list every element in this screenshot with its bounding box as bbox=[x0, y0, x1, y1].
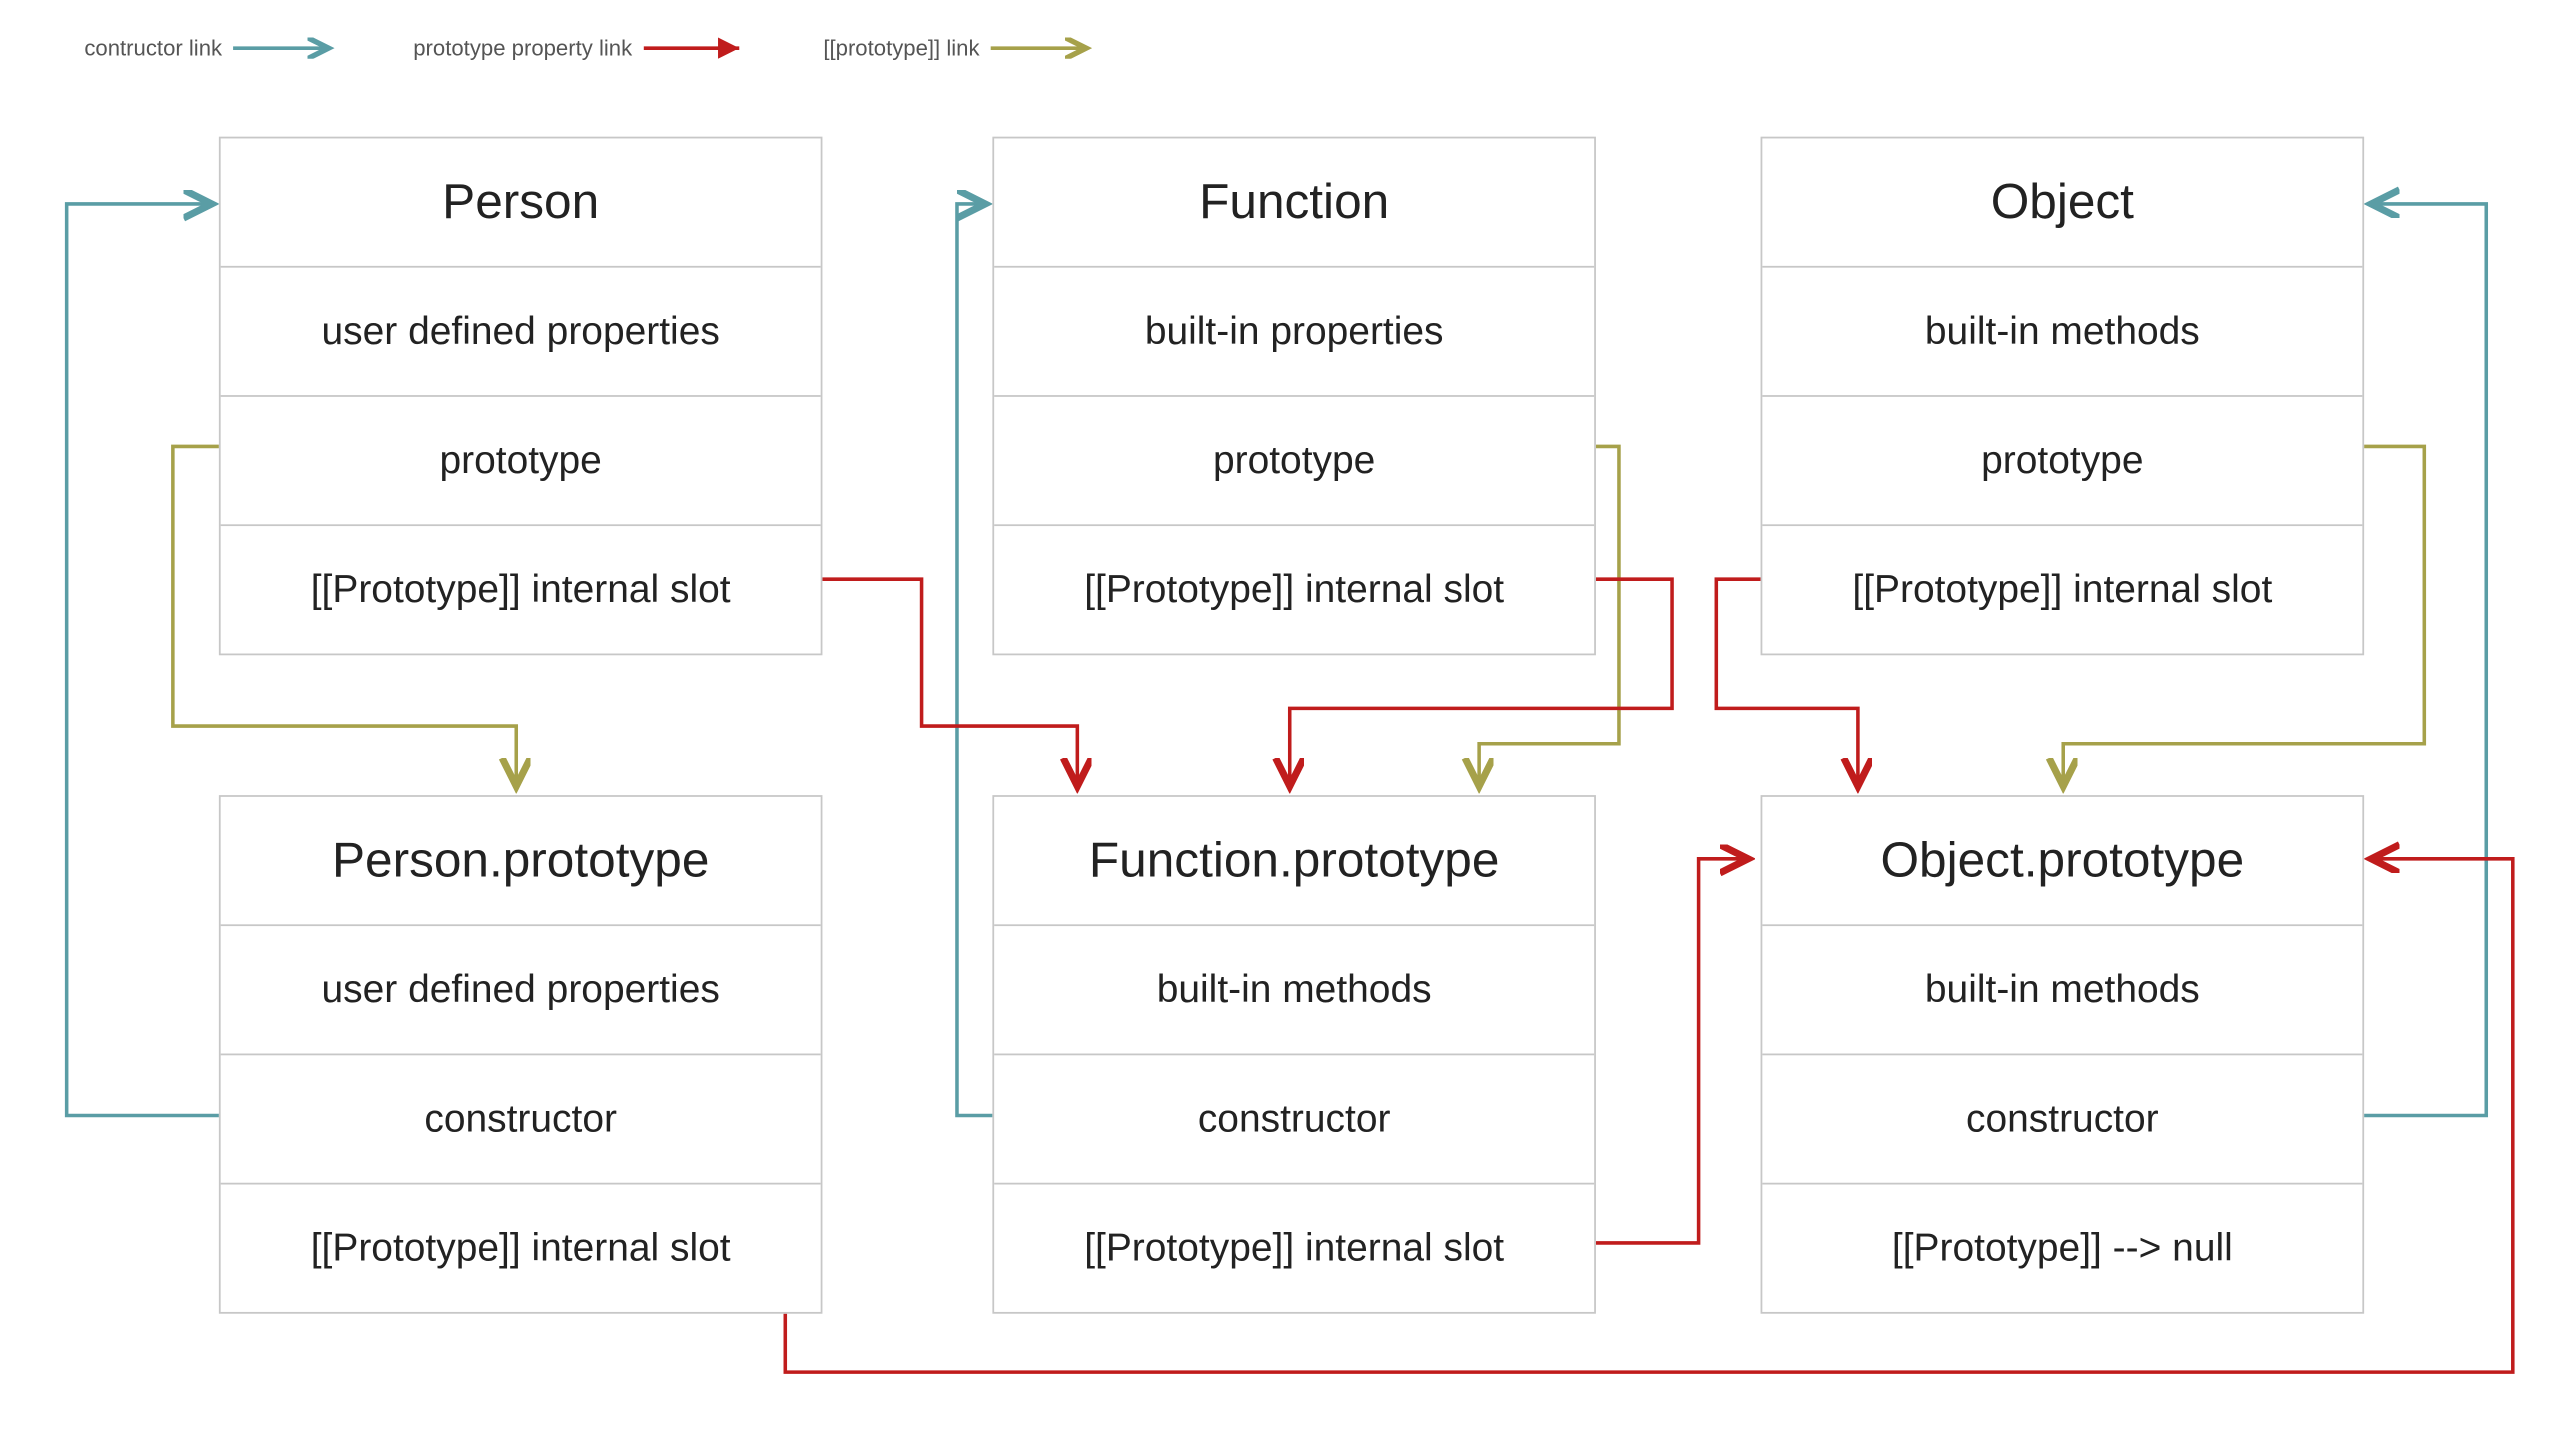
box-object-prototype-row-constructor: constructor bbox=[1762, 1055, 2362, 1184]
box-function-prototype-row-methods: built-in methods bbox=[994, 926, 1594, 1055]
diagram-canvas: contructor link prototype property link … bbox=[0, 0, 2560, 1437]
box-person-prototype-title: Person.prototype bbox=[221, 797, 821, 926]
box-function-row-proto-slot: [[Prototype]] internal slot bbox=[994, 526, 1594, 653]
box-object-row-methods: built-in methods bbox=[1762, 268, 2362, 397]
box-object-prototype-row-proto-null: [[Prototype]] --> null bbox=[1762, 1185, 2362, 1312]
legend-prototype-slot-link: [[prototype]] link bbox=[823, 36, 1096, 61]
box-object: Object built-in methods prototype [[Prot… bbox=[1761, 137, 2365, 656]
box-person-prototype-row-properties: user defined properties bbox=[221, 926, 821, 1055]
legend-prototype-property-link: prototype property link bbox=[413, 36, 749, 61]
legend: contructor link prototype property link … bbox=[84, 36, 1096, 61]
box-object-row-prototype: prototype bbox=[1762, 397, 2362, 526]
box-person-title: Person bbox=[221, 138, 821, 267]
box-function-prototype-title: Function.prototype bbox=[994, 797, 1594, 926]
legend-constructor-label: contructor link bbox=[84, 36, 222, 61]
legend-protoslot-label: [[prototype]] link bbox=[823, 36, 979, 61]
box-person-row-proto-slot: [[Prototype]] internal slot bbox=[221, 526, 821, 653]
arrow-icon bbox=[643, 38, 749, 59]
legend-protoprop-label: prototype property link bbox=[413, 36, 632, 61]
box-function-prototype-row-proto-slot: [[Prototype]] internal slot bbox=[994, 1185, 1594, 1312]
box-person-row-properties: user defined properties bbox=[221, 268, 821, 397]
box-function-prototype: Function.prototype built-in methods cons… bbox=[992, 795, 1596, 1314]
box-object-prototype-title: Object.prototype bbox=[1762, 797, 2362, 926]
box-object-title: Object bbox=[1762, 138, 2362, 267]
box-object-row-proto-slot: [[Prototype]] internal slot bbox=[1762, 526, 2362, 653]
box-function: Function built-in properties prototype [… bbox=[992, 137, 1596, 656]
box-person-prototype: Person.prototype user defined properties… bbox=[219, 795, 823, 1314]
box-person-row-prototype: prototype bbox=[221, 397, 821, 526]
arrow-icon bbox=[233, 38, 339, 59]
box-person-prototype-row-constructor: constructor bbox=[221, 1055, 821, 1184]
box-person: Person user defined properties prototype… bbox=[219, 137, 823, 656]
box-person-prototype-row-proto-slot: [[Prototype]] internal slot bbox=[221, 1185, 821, 1312]
box-object-prototype-row-methods: built-in methods bbox=[1762, 926, 2362, 1055]
box-function-title: Function bbox=[994, 138, 1594, 267]
legend-constructor-link: contructor link bbox=[84, 36, 339, 61]
box-function-row-properties: built-in properties bbox=[994, 268, 1594, 397]
arrow-icon bbox=[990, 38, 1096, 59]
box-object-prototype: Object.prototype built-in methods constr… bbox=[1761, 795, 2365, 1314]
box-function-row-prototype: prototype bbox=[994, 397, 1594, 526]
box-function-prototype-row-constructor: constructor bbox=[994, 1055, 1594, 1184]
